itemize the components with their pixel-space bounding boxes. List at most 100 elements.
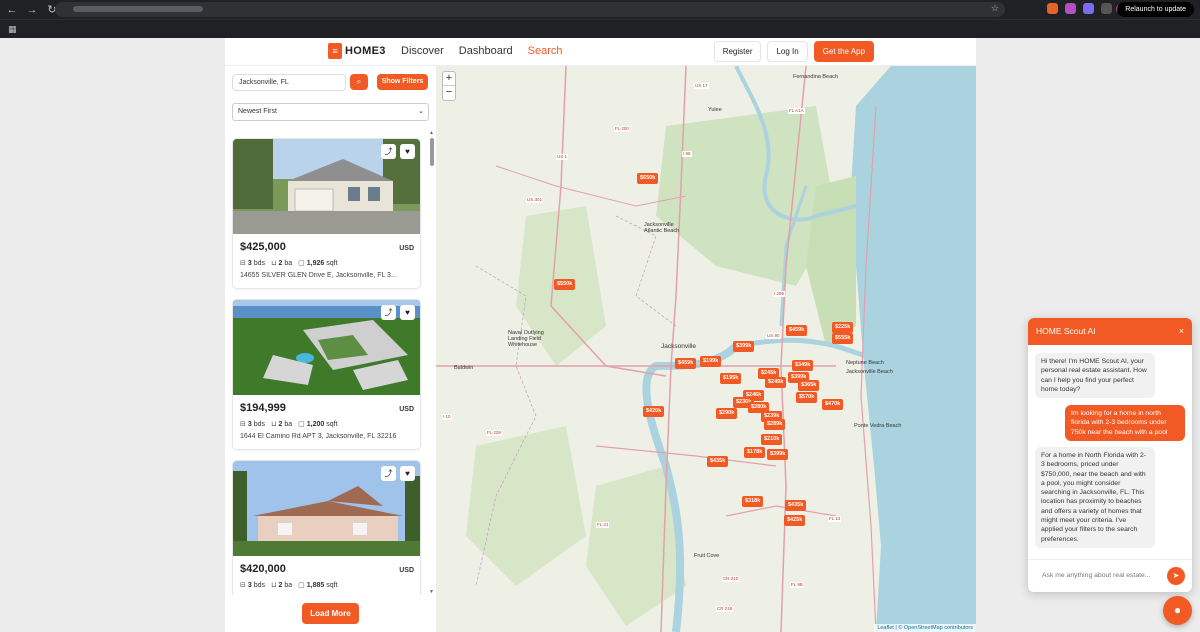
heart-icon[interactable]: ♥ xyxy=(400,466,415,481)
price-pin[interactable]: $555k xyxy=(832,333,854,344)
price-pin[interactable]: $318k xyxy=(742,496,764,507)
price-pin[interactable]: $570k xyxy=(796,392,818,403)
price-pin[interactable]: $349k xyxy=(792,360,814,371)
share-icon[interactable]: ⤴ xyxy=(381,144,396,159)
share-icon[interactable]: ⤴ xyxy=(381,466,396,481)
price-pin[interactable]: $459k xyxy=(786,325,808,336)
listing-scrollbar[interactable]: ▲ ▼ xyxy=(429,130,434,595)
chat-input-field[interactable]: Ask me anything about real estate... ➤ xyxy=(1028,559,1192,592)
chat-input-placeholder: Ask me anything about real estate... xyxy=(1042,572,1151,579)
sort-select[interactable]: Newest First ⌄ xyxy=(232,103,429,121)
price-pin[interactable]: $365k xyxy=(798,380,820,391)
apps-grid-icon[interactable]: ▦ xyxy=(8,24,17,35)
share-icon[interactable]: ⤴ xyxy=(381,305,396,320)
chat-toggle-button[interactable]: ● xyxy=(1163,596,1192,625)
baths-unit: ba xyxy=(284,421,293,428)
bed-icon: ⊟ xyxy=(240,260,246,267)
listing-card[interactable]: ⤴ ♥ $420,000 USD ⊟ 3 bds ⊔ 2 ba ▢ 1,885 sqf… xyxy=(232,460,421,595)
main-nav: Discover Dashboard Search xyxy=(401,45,562,57)
price-pin[interactable]: $195k xyxy=(720,373,742,384)
listing-currency: USD xyxy=(399,567,414,574)
forward-icon[interactable]: → xyxy=(24,4,40,16)
chat-message-ai: For a home in North Florida with 2-3 bed… xyxy=(1035,447,1155,548)
scroll-thumb[interactable] xyxy=(430,138,434,166)
address-bar[interactable]: ☆ xyxy=(55,2,1005,17)
price-pin[interactable]: $210k xyxy=(761,434,783,445)
price-pin[interactable]: $199k xyxy=(700,356,722,367)
get-app-button[interactable]: Get the App xyxy=(813,41,874,62)
nav-search[interactable]: Search xyxy=(528,45,563,57)
relaunch-button[interactable]: Relaunch to update xyxy=(1117,2,1194,17)
price-pin[interactable]: $420k xyxy=(643,406,665,417)
place-label: Neptune Beach xyxy=(846,360,884,366)
back-icon[interactable]: ← xyxy=(4,4,20,16)
beds-count: 3 xyxy=(247,582,252,589)
price-pin[interactable]: $290k xyxy=(716,408,738,419)
send-button[interactable]: ➤ xyxy=(1167,567,1185,585)
browser-toolbar: ← → ↻ ☆ M Relaunch to update xyxy=(0,0,1200,19)
leaflet-link[interactable]: Leaflet xyxy=(877,625,894,631)
show-filters-button[interactable]: Show Filters xyxy=(377,74,428,90)
puzzle-icon[interactable] xyxy=(1101,3,1112,14)
route-shield: I 295 xyxy=(773,291,786,297)
load-more-button[interactable]: Load More xyxy=(302,603,359,624)
baths-count: 2 xyxy=(278,260,283,267)
nav-discover[interactable]: Discover xyxy=(401,45,444,57)
price-pin[interactable]: $435k xyxy=(707,456,729,467)
listing-address: 1644 El Camino Rd APT 3, Jacksonville, F… xyxy=(240,433,397,440)
osm-attribution: | © OpenStreetMap contributors xyxy=(893,625,973,631)
price-pin[interactable]: $470k xyxy=(822,399,844,410)
send-icon: ➤ xyxy=(1172,571,1180,580)
beds-unit: bds xyxy=(253,582,266,589)
price-pin[interactable]: $550k xyxy=(554,279,576,290)
map[interactable]: + − Jacksonville Neptune Beach Jacksonvi… xyxy=(436,66,976,632)
listing-price: $194,999 xyxy=(240,402,286,414)
chat-message-user: Im looking for a home in north florida w… xyxy=(1065,405,1185,441)
price-pin[interactable]: $459k xyxy=(675,358,697,369)
listing-address: 14655 SILVER GLEN Drive E, Jacksonville,… xyxy=(240,272,397,279)
price-pin[interactable]: $399k xyxy=(733,341,755,352)
route-shield: US 301 xyxy=(526,197,544,203)
chat-bubble-icon: ● xyxy=(1173,603,1182,617)
logo[interactable]: ≡ HOME3 xyxy=(328,43,386,59)
search-button[interactable]: ⌕ xyxy=(350,74,368,90)
scroll-up-icon[interactable]: ▲ xyxy=(429,130,434,136)
bath-icon: ⊔ xyxy=(271,582,277,589)
price-pin[interactable]: $178k xyxy=(744,447,766,458)
price-pin[interactable]: $225k xyxy=(832,322,854,333)
search-icon: ⌕ xyxy=(356,77,362,86)
listing-specs: ⊟ 3 bds ⊔ 2 ba ▢ 1,200 sqft xyxy=(240,420,338,428)
header-actions: Register Log In Get the App xyxy=(713,41,874,62)
price-pin[interactable]: $249k xyxy=(765,377,787,388)
beds-count: 3 xyxy=(247,260,252,267)
extension-icon[interactable] xyxy=(1047,3,1058,14)
route-shield: FL 228 xyxy=(486,430,502,436)
listing-currency: USD xyxy=(399,406,414,413)
register-button[interactable]: Register xyxy=(713,41,762,62)
sqft-unit: sqft xyxy=(326,260,338,267)
price-pin[interactable]: $650k xyxy=(637,173,659,184)
site-header: ≡ HOME3 Discover Dashboard Search Regist… xyxy=(225,38,976,66)
price-pin[interactable]: $435k xyxy=(785,500,807,511)
zoom-in-button[interactable]: + xyxy=(443,72,455,86)
heart-icon[interactable]: ♥ xyxy=(400,144,415,159)
star-icon[interactable]: ☆ xyxy=(991,3,999,14)
listing-card[interactable]: ⤴ ♥ $425,000 USD ⊟ 3 bds ⊔ 2 ba ▢ 1,926 sqf… xyxy=(232,138,421,289)
area-icon: ▢ xyxy=(298,421,305,428)
login-button[interactable]: Log In xyxy=(767,41,808,62)
price-pin[interactable]: $399k xyxy=(767,449,789,460)
extension-icon[interactable] xyxy=(1083,3,1094,14)
price-pin[interactable]: $289k xyxy=(764,419,786,430)
nav-dashboard[interactable]: Dashboard xyxy=(459,45,513,57)
extension-icon[interactable] xyxy=(1065,3,1076,14)
zoom-out-button[interactable]: − xyxy=(443,86,455,100)
price-pin[interactable]: $425k xyxy=(784,515,806,526)
sqft-unit: sqft xyxy=(326,582,338,589)
area-icon: ▢ xyxy=(298,582,305,589)
location-search-input[interactable]: Jacksonville, FL xyxy=(232,74,346,91)
route-shield: CR 218 xyxy=(716,606,734,612)
scroll-down-icon[interactable]: ▼ xyxy=(429,589,434,595)
close-icon[interactable]: × xyxy=(1179,318,1184,345)
heart-icon[interactable]: ♥ xyxy=(400,305,415,320)
listing-card[interactable]: ⤴ ♥ $194,999 USD ⊟ 3 bds ⊔ 2 ba ▢ 1,200 sqf… xyxy=(232,299,421,450)
